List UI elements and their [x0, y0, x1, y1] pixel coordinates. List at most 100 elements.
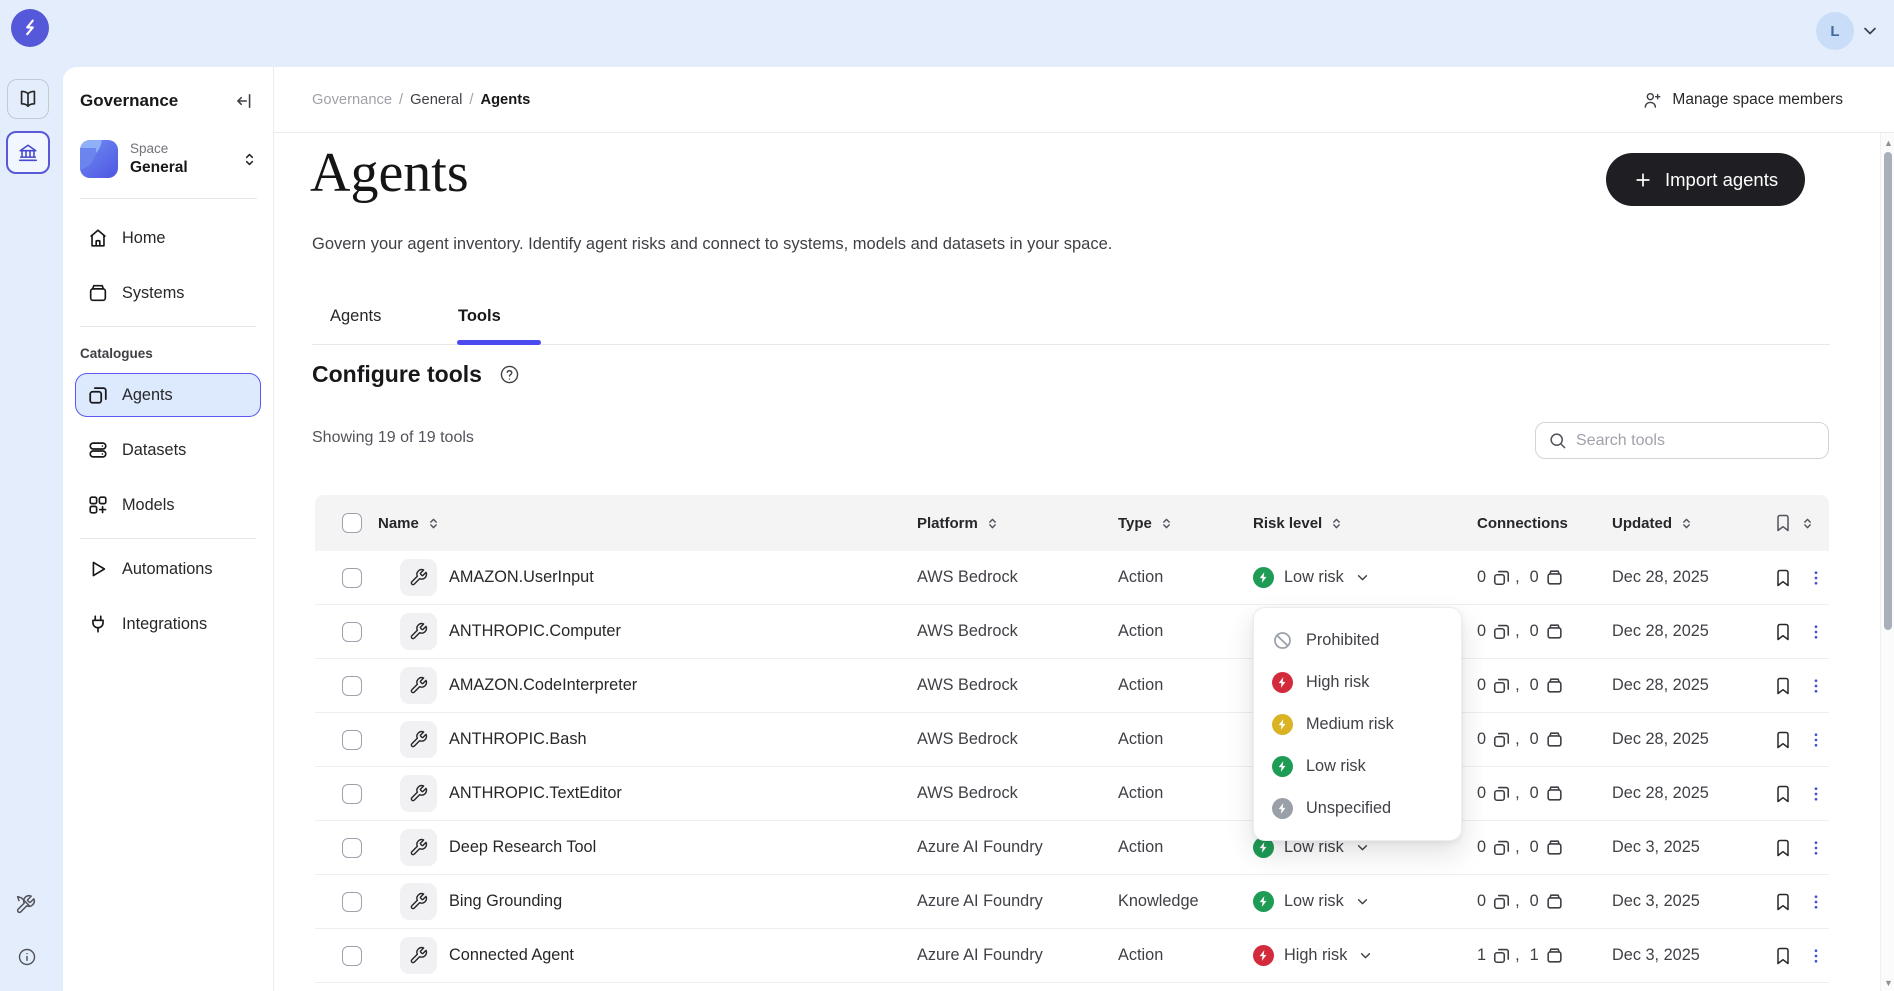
app-logo[interactable]: [11, 9, 49, 47]
avatar[interactable]: L: [1816, 12, 1854, 50]
kebab-menu-icon[interactable]: [1807, 731, 1825, 749]
help-icon[interactable]: [499, 364, 520, 385]
kebab-menu-icon[interactable]: [1807, 893, 1825, 911]
tool-name[interactable]: Connected Agent: [449, 946, 574, 965]
bookmark-icon[interactable]: [1773, 568, 1793, 588]
space-selector[interactable]: Space General: [80, 140, 259, 178]
bookmark-icon[interactable]: [1773, 784, 1793, 804]
kebab-menu-icon[interactable]: [1807, 947, 1825, 965]
risk-option-prohibited[interactable]: Prohibited: [1254, 619, 1461, 661]
select-all-checkbox[interactable]: [342, 513, 362, 533]
bookmark-icon[interactable]: [1773, 892, 1793, 912]
row-checkbox[interactable]: [342, 676, 362, 696]
sidebar-item-agents[interactable]: Agents: [75, 373, 261, 417]
column-header-Risk level[interactable]: Risk level: [1253, 515, 1477, 532]
row-checkbox[interactable]: [342, 892, 362, 912]
sidebar: Governance Space General HomeSystemsCata…: [63, 67, 274, 991]
table-row[interactable]: ANTHROPIC.BashAWS BedrockAction0,0Dec 28…: [315, 713, 1829, 767]
sidebar-item-datasets[interactable]: Datasets: [75, 428, 261, 472]
tools-icon[interactable]: [15, 894, 36, 915]
column-header-bookmark[interactable]: [1773, 513, 1829, 533]
tool-name[interactable]: Deep Research Tool: [449, 838, 596, 857]
row-checkbox[interactable]: [342, 784, 362, 804]
bookmark-icon[interactable]: [1773, 730, 1793, 750]
sidebar-item-systems[interactable]: Systems: [75, 271, 261, 315]
connections-cell: 0,0: [1477, 730, 1612, 749]
sort-icon: [984, 515, 1001, 532]
connections-cell: 1,1: [1477, 946, 1612, 965]
table-row[interactable]: Connected AgentAzure AI FoundryActionHig…: [315, 929, 1829, 983]
kebab-menu-icon[interactable]: [1807, 785, 1825, 803]
sidebar-item-automations[interactable]: Automations: [75, 547, 261, 591]
agents-copy-icon: [1492, 568, 1511, 587]
row-checkbox[interactable]: [342, 568, 362, 588]
risk-level-select[interactable]: Low risk: [1253, 891, 1477, 912]
risk-option-unspecified[interactable]: Unspecified: [1254, 787, 1461, 829]
breadcrumb-governance[interactable]: Governance: [312, 92, 392, 108]
collapse-sidebar-icon[interactable]: [235, 91, 255, 111]
table-row[interactable]: AMAZON.UserInputAWS BedrockActionLow ris…: [315, 551, 1829, 605]
scrollbar-down-arrow[interactable]: ▼: [1884, 979, 1892, 987]
table-row[interactable]: Deep Research ToolAzure AI FoundryAction…: [315, 821, 1829, 875]
sidebar-item-home[interactable]: Home: [75, 216, 261, 260]
bookmark-icon[interactable]: [1773, 622, 1793, 642]
sidebar-item-models[interactable]: Models: [75, 483, 261, 527]
row-checkbox[interactable]: [342, 946, 362, 966]
breadcrumb-general[interactable]: General: [410, 92, 462, 108]
risk-level-select[interactable]: Low risk: [1253, 567, 1477, 588]
table-row[interactable]: Bing GroundingAzure AI FoundryKnowledgeL…: [315, 875, 1829, 929]
risk-option-label: High risk: [1306, 673, 1369, 692]
column-header-Name[interactable]: Name: [378, 515, 917, 532]
tool-name[interactable]: ANTHROPIC.TextEditor: [449, 784, 622, 803]
tool-name[interactable]: ANTHROPIC.Bash: [449, 730, 587, 749]
column-header-Platform[interactable]: Platform: [917, 515, 1118, 532]
tab-agents[interactable]: Agents: [314, 299, 397, 334]
tool-name[interactable]: ANTHROPIC.Computer: [449, 622, 621, 641]
bookmark-icon[interactable]: [1773, 676, 1793, 696]
agents-copy-icon: [1492, 892, 1511, 911]
agent-connections-count: 0: [1477, 892, 1486, 911]
row-checkbox[interactable]: [342, 838, 362, 858]
tool-platform: Azure AI Foundry: [917, 838, 1118, 857]
column-header-Type[interactable]: Type: [1118, 515, 1253, 532]
result-count: Showing 19 of 19 tools: [312, 429, 474, 447]
scrollbar-up-arrow[interactable]: ▲: [1884, 139, 1892, 147]
sidebar-item-integrations[interactable]: Integrations: [75, 602, 261, 646]
kebab-menu-icon[interactable]: [1807, 623, 1825, 641]
vertical-scrollbar[interactable]: ▲ ▼: [1880, 133, 1894, 991]
tool-name[interactable]: Bing Grounding: [449, 892, 562, 911]
kebab-menu-icon[interactable]: [1807, 839, 1825, 857]
search-input[interactable]: [1576, 432, 1816, 450]
bookmark-icon[interactable]: [1773, 946, 1793, 966]
book-icon: [17, 88, 39, 110]
tab-tools[interactable]: Tools: [442, 299, 517, 334]
row-checkbox[interactable]: [342, 622, 362, 642]
agent-connections-count: 0: [1477, 568, 1486, 587]
risk-option-low-risk[interactable]: Low risk: [1254, 745, 1461, 787]
risk-option-high-risk[interactable]: High risk: [1254, 661, 1461, 703]
tool-name[interactable]: AMAZON.CodeInterpreter: [449, 676, 637, 695]
risk-option-medium-risk[interactable]: Medium risk: [1254, 703, 1461, 745]
column-header-Updated[interactable]: Updated: [1612, 515, 1773, 532]
kebab-menu-icon[interactable]: [1807, 569, 1825, 587]
manage-space-members-button[interactable]: Manage space members: [1642, 90, 1843, 110]
systems-icon: [87, 282, 109, 304]
bookmark-icon[interactable]: [1773, 838, 1793, 858]
rail-governance-button[interactable]: [6, 131, 50, 174]
info-icon[interactable]: [17, 947, 37, 967]
table-row[interactable]: ANTHROPIC.TextEditorAWS BedrockAction0,0…: [315, 767, 1829, 821]
table-row[interactable]: AMAZON.CodeInterpreterAWS BedrockAction0…: [315, 659, 1829, 713]
kebab-menu-icon[interactable]: [1807, 677, 1825, 695]
home-icon: [87, 227, 109, 249]
rail-docs-button[interactable]: [7, 79, 49, 119]
agents-copy-icon: [1492, 946, 1511, 965]
row-checkbox[interactable]: [342, 730, 362, 750]
table-row[interactable]: ANTHROPIC.ComputerAWS BedrockAction0,0De…: [315, 605, 1829, 659]
risk-low-icon: [1253, 891, 1274, 912]
chevron-down-icon[interactable]: [1860, 21, 1880, 41]
import-agents-button[interactable]: Import agents: [1606, 153, 1805, 206]
scrollbar-thumb[interactable]: [1884, 152, 1892, 630]
tool-name[interactable]: AMAZON.UserInput: [449, 568, 594, 587]
risk-level-select[interactable]: High risk: [1253, 945, 1477, 966]
tool-type: Action: [1118, 730, 1253, 749]
